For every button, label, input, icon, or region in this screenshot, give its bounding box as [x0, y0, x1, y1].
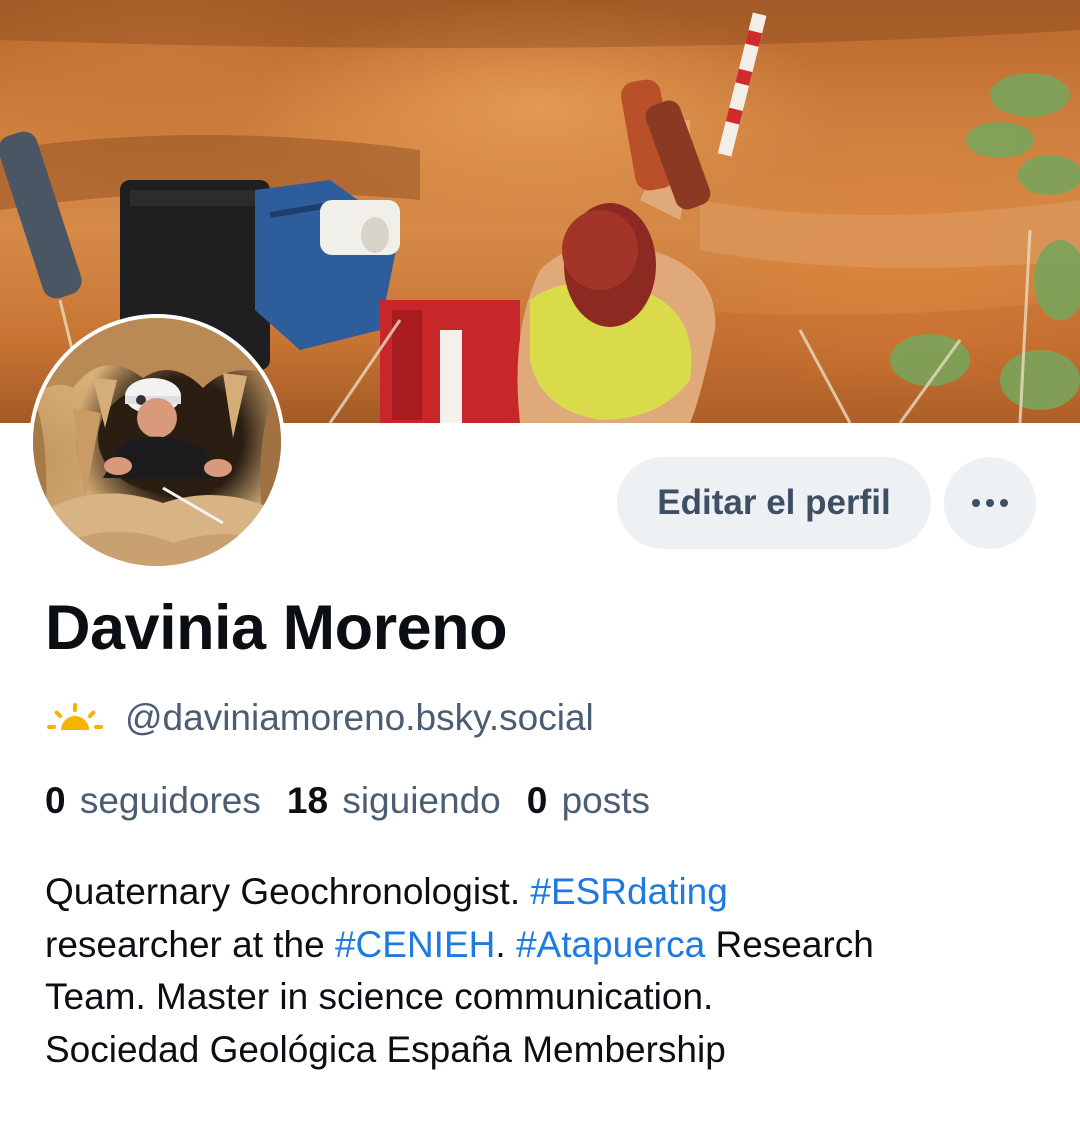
- bio-line: Sociedad Geológica España Membership: [45, 1028, 726, 1070]
- hashtag-link[interactable]: #Atapuerca: [516, 924, 705, 965]
- followers-stat[interactable]: 0 seguidores: [45, 780, 261, 822]
- bio-line: Quaternary Geochronologist. #ESRdating: [45, 866, 1045, 919]
- following-count: 18: [286, 780, 329, 821]
- hashtag-link[interactable]: #ESRdating: [530, 871, 727, 912]
- avatar-image: [33, 318, 281, 566]
- posts-count: 0: [526, 780, 548, 821]
- profile-handle[interactable]: @daviniamoreno.bsky.social: [125, 697, 594, 739]
- profile-page: Editar el perfil Davinia Moreno @davinia…: [0, 0, 1080, 1129]
- profile-stats: 0 seguidores 18 siguiendo 0 posts: [45, 780, 676, 822]
- followers-count: 0: [45, 780, 66, 821]
- followers-label: seguidores: [79, 780, 261, 821]
- more-horizontal-icon: [972, 499, 980, 507]
- bio-text: researcher at the: [45, 923, 335, 965]
- more-options-button[interactable]: [944, 457, 1036, 549]
- following-label: siguiendo: [342, 780, 501, 821]
- bio-text: .: [495, 923, 516, 965]
- following-stat[interactable]: 18 siguiendo: [287, 780, 501, 822]
- sun-emoji-icon: [47, 703, 103, 730]
- edit-profile-button[interactable]: Editar el perfil: [617, 457, 931, 549]
- bio-line: researcher at the #CENIEH. #Atapuerca Re…: [45, 919, 1045, 972]
- more-horizontal-icon-dot: [986, 499, 994, 507]
- bio-text: Research: [705, 923, 874, 965]
- hashtag-link[interactable]: #CENIEH: [335, 924, 495, 965]
- avatar[interactable]: [29, 314, 285, 570]
- more-horizontal-icon-dot: [1000, 499, 1008, 507]
- bio-text: Quaternary Geochronologist.: [45, 871, 531, 912]
- bio-line: Team. Master in science communication.: [45, 976, 714, 1017]
- profile-display-name: Davinia Moreno: [45, 593, 508, 663]
- profile-bio: Quaternary Geochronologist. #ESRdating r…: [45, 866, 1045, 1076]
- posts-label: posts: [561, 780, 651, 821]
- avatar-photo-illustration: [33, 318, 281, 566]
- posts-stat: 0 posts: [527, 780, 650, 822]
- handle-row: @daviniamoreno.bsky.social: [45, 694, 594, 742]
